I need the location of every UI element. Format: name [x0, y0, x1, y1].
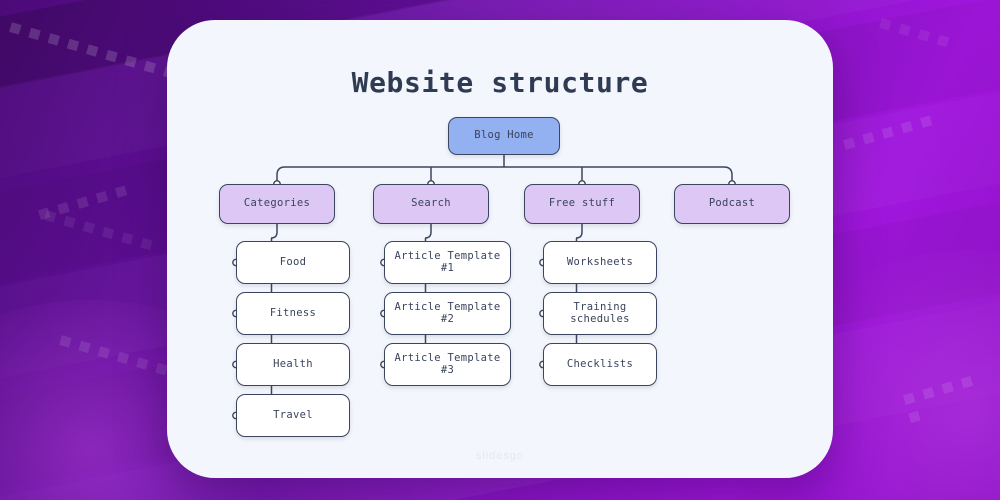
- node-free_stuff[interactable]: Free stuff: [524, 184, 640, 224]
- node-leaf[interactable]: Food: [236, 241, 350, 284]
- bg-dot-row: [878, 18, 959, 54]
- node-leaf[interactable]: Worksheets: [543, 241, 657, 284]
- screenshot-root: Website structure Blog Home Categories Foo…: [0, 0, 1000, 500]
- node-label: Fitness: [269, 306, 317, 319]
- bg-dot-row: [903, 369, 998, 424]
- node-leaf[interactable]: Article Template #2: [384, 292, 511, 335]
- node-search[interactable]: Search: [373, 184, 489, 224]
- node-label: Training schedules: [570, 300, 630, 325]
- node-label: Checklists: [566, 357, 634, 370]
- node-leaf[interactable]: Article Template #3: [384, 343, 511, 386]
- node-leaf[interactable]: Checklists: [543, 343, 657, 386]
- website-structure-tree: Blog Home Categories Food Fitness Health Trav…: [167, 20, 833, 478]
- node-podcast[interactable]: Podcast: [674, 184, 790, 224]
- node-leaf[interactable]: Article Template #1: [384, 241, 511, 284]
- node-label: Search: [411, 197, 451, 210]
- node-leaf[interactable]: Health: [236, 343, 350, 386]
- node-label: Travel: [273, 408, 313, 421]
- node-root[interactable]: Blog Home: [448, 117, 560, 155]
- node-label: Food: [279, 255, 307, 268]
- node-leaf[interactable]: Fitness: [236, 292, 350, 335]
- bg-dot-row: [38, 183, 138, 224]
- node-label: Categories: [243, 197, 311, 210]
- node-label: Article Template #3: [394, 351, 501, 376]
- bg-dot-row: [843, 113, 943, 154]
- node-leaf[interactable]: Travel: [236, 394, 350, 437]
- node-label: Health: [273, 357, 313, 370]
- bg-dot-row: [43, 210, 162, 257]
- node-label: Article Template #2: [394, 300, 501, 325]
- node-label: Worksheets: [566, 255, 634, 268]
- watermark: slidesgo: [475, 450, 525, 462]
- node-label: Article Template #1: [394, 249, 501, 274]
- diagram-card: Website structure Blog Home Categories Foo…: [167, 20, 833, 478]
- node-label: Free stuff: [548, 197, 616, 210]
- node-label: Podcast: [708, 197, 756, 210]
- node-label: Blog Home: [474, 129, 534, 142]
- node-categories[interactable]: Categories: [219, 184, 335, 224]
- node-leaf[interactable]: Training schedules: [543, 292, 657, 335]
